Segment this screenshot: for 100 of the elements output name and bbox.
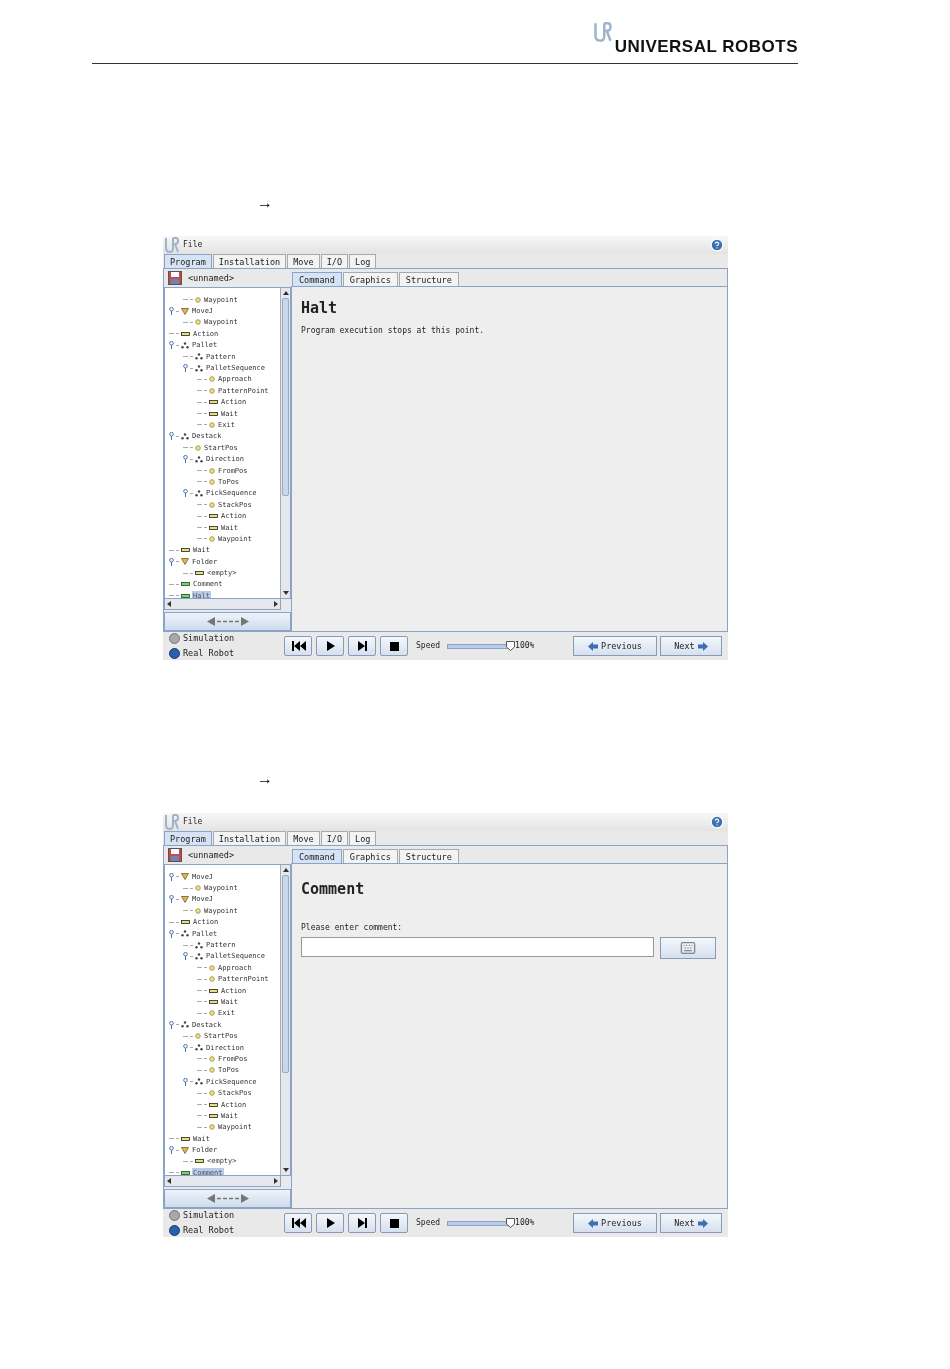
help-icon[interactable] [710, 815, 724, 829]
program-name: <unnamed> [188, 271, 235, 285]
comment-field[interactable] [301, 937, 654, 957]
scroll-left-icon[interactable] [167, 1178, 171, 1184]
step-button[interactable] [348, 636, 376, 656]
stop-button[interactable] [380, 1213, 408, 1233]
slider-track[interactable] [447, 643, 512, 649]
bar-icon [209, 1102, 218, 1107]
bar-icon [209, 400, 218, 405]
slider-track[interactable] [447, 1220, 512, 1226]
dots-icon [195, 941, 203, 949]
field-label: Please enter comment: [301, 922, 404, 934]
save-icon[interactable] [168, 848, 182, 862]
left-arrow-icon [588, 1218, 598, 1228]
tab[interactable]: Graphics [342, 272, 398, 286]
bar-icon [209, 514, 218, 519]
tab[interactable]: Move [287, 831, 320, 845]
triangle-icon [181, 873, 189, 881]
bar-icon [181, 1136, 190, 1141]
bar-icon [181, 548, 190, 553]
scroll-down-icon[interactable] [282, 1168, 289, 1172]
mode-label: Simulation [183, 1209, 235, 1222]
tab[interactable]: Installation [212, 831, 287, 845]
mode-radio[interactable] [169, 1224, 180, 1236]
dots-icon [195, 1078, 203, 1086]
expand-pin-icon[interactable] [183, 1043, 188, 1052]
expand-pin-icon[interactable] [183, 489, 188, 498]
expand-pin-icon[interactable] [169, 1020, 174, 1029]
help-icon[interactable] [710, 238, 724, 252]
expand-pin-icon[interactable] [183, 455, 188, 464]
save-icon[interactable] [168, 271, 182, 285]
waypoint-icon [195, 885, 201, 892]
tab[interactable]: Command [292, 849, 342, 863]
waypoint-icon [209, 1010, 215, 1017]
expand-pin-icon[interactable] [169, 307, 174, 316]
tab[interactable]: Structure [398, 272, 459, 286]
step-button[interactable] [348, 1213, 376, 1233]
previous-button[interactable]: Previous [573, 1213, 657, 1233]
waypoint-icon [195, 907, 201, 914]
dots-icon [181, 341, 189, 349]
expand-pin-icon[interactable] [183, 1077, 188, 1086]
play-button[interactable] [316, 1213, 344, 1233]
horizontal-scrollbar[interactable] [164, 1176, 281, 1187]
tab[interactable]: Command [292, 272, 342, 286]
expand-pin-icon[interactable] [169, 341, 174, 350]
tab[interactable]: Program [164, 831, 212, 845]
vertical-scrollbar[interactable] [280, 288, 290, 598]
scroll-down-icon[interactable] [282, 591, 289, 595]
mode-radio[interactable] [169, 633, 180, 645]
file-menu[interactable]: File [183, 816, 203, 828]
tab[interactable]: I/O [320, 254, 349, 268]
expand-pin-icon[interactable] [169, 929, 174, 938]
tab[interactable]: Log [349, 831, 377, 845]
stop-button[interactable] [380, 636, 408, 656]
rewind-button[interactable] [284, 1213, 312, 1233]
tab[interactable]: Installation [212, 254, 287, 268]
mode-radio[interactable] [169, 647, 180, 659]
scroll-right-icon[interactable] [274, 601, 278, 607]
dots-icon [195, 364, 203, 372]
bar-icon [181, 920, 190, 925]
tab[interactable]: Program [164, 254, 212, 268]
expand-pin-icon[interactable] [169, 1146, 174, 1155]
scroll-up-icon[interactable] [282, 868, 289, 872]
vertical-scrollbar[interactable] [280, 865, 290, 1175]
scroll-right-icon[interactable] [274, 1178, 278, 1184]
command-title: Comment [301, 879, 366, 899]
tab[interactable]: Structure [398, 849, 459, 863]
next-button[interactable]: Next [660, 636, 722, 656]
tab[interactable]: Log [349, 254, 377, 268]
expand-pin-icon[interactable] [183, 952, 188, 961]
mode-radio[interactable] [169, 1210, 180, 1222]
dots-icon [195, 489, 203, 497]
panel-toggle-button[interactable] [164, 612, 291, 631]
tab[interactable]: I/O [320, 831, 349, 845]
panel-toggle-button[interactable] [164, 1189, 291, 1208]
expand-pin-icon[interactable] [183, 364, 188, 373]
expand-pin-icon[interactable] [169, 872, 174, 881]
mode-label: Real Robot [183, 1224, 235, 1237]
waypoint-icon [209, 1090, 215, 1097]
next-button[interactable]: Next [660, 1213, 722, 1233]
keyboard-button[interactable] [660, 937, 716, 959]
rewind-button[interactable] [284, 636, 312, 656]
scroll-up-icon[interactable] [282, 291, 289, 295]
tab[interactable]: Graphics [342, 849, 398, 863]
play-button[interactable] [316, 636, 344, 656]
scroll-left-icon[interactable] [167, 601, 171, 607]
triangle-icon [181, 558, 189, 566]
expand-pin-icon[interactable] [169, 557, 174, 566]
double-arrow-icon [206, 1194, 249, 1203]
speed-label: Speed [416, 1217, 441, 1229]
right-arrow-icon [697, 641, 708, 651]
expand-pin-icon[interactable] [169, 432, 174, 441]
horizontal-scrollbar[interactable] [164, 599, 281, 610]
slider-thumb[interactable] [505, 640, 515, 651]
expand-pin-icon[interactable] [169, 895, 174, 904]
file-menu[interactable]: File [183, 239, 203, 251]
slider-thumb[interactable] [505, 1217, 515, 1228]
previous-button[interactable]: Previous [573, 636, 657, 656]
dots-icon [181, 1021, 189, 1029]
tab[interactable]: Move [287, 254, 320, 268]
